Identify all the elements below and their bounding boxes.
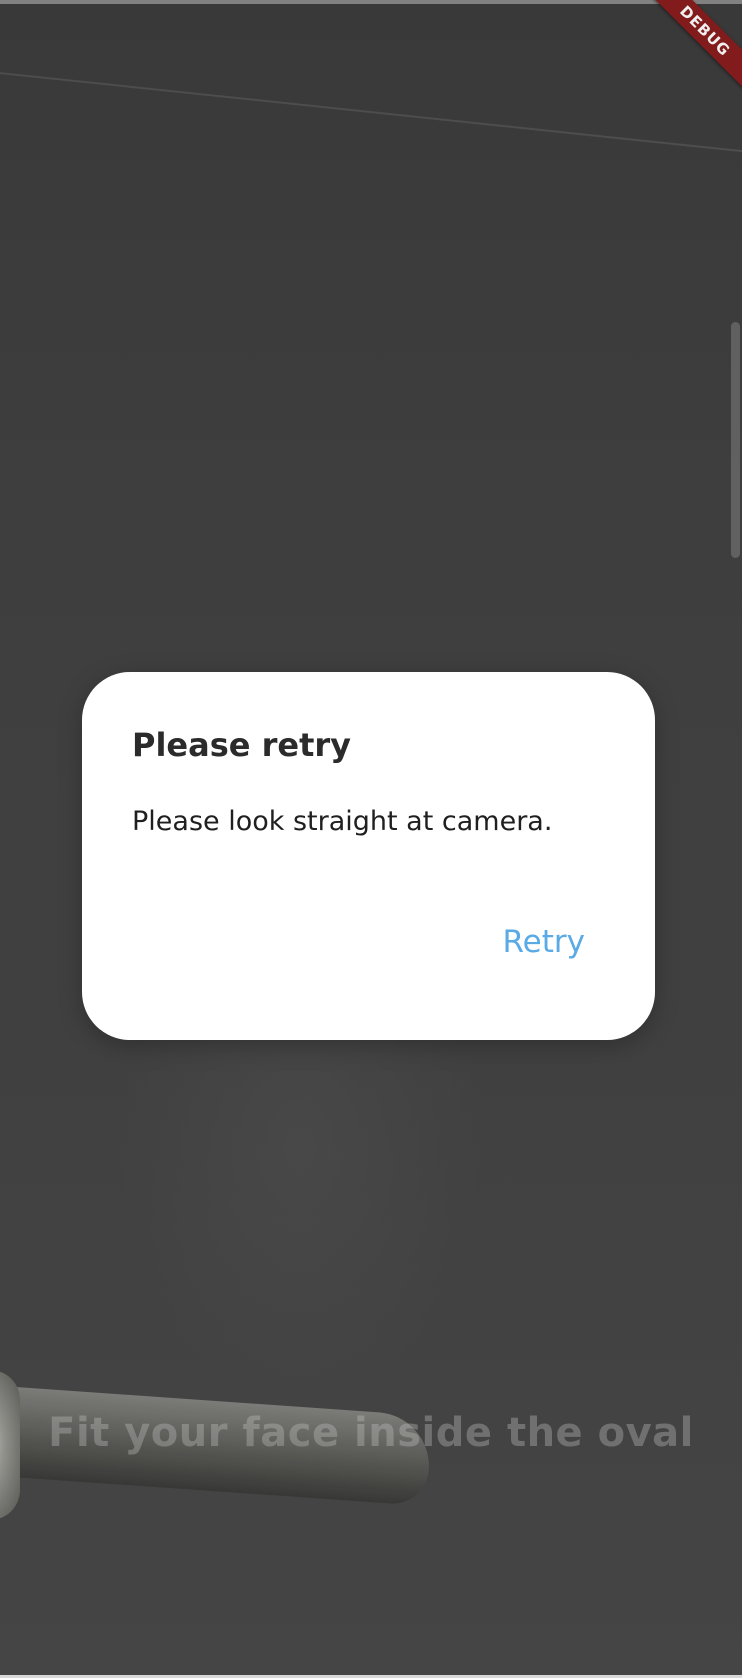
dialog-title: Please retry [132,726,352,764]
face-capture-screen: Fit your face inside the oval DEBUG Plea… [0,0,742,1678]
retry-dialog: Please retry Please look straight at cam… [82,672,655,1040]
retry-button[interactable]: Retry [503,924,585,960]
dialog-message: Please look straight at camera. [132,806,553,837]
